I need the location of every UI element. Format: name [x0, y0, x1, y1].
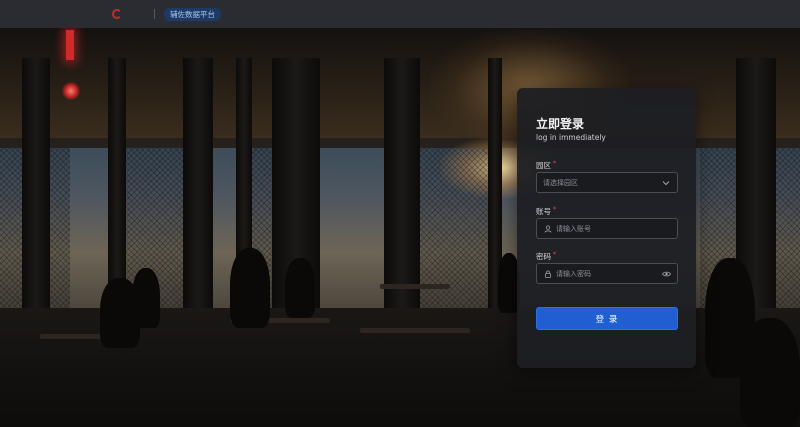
logo-mark-icon — [112, 9, 122, 19]
required-mark: * — [553, 160, 556, 167]
password-input[interactable]: 请输入密码 — [536, 263, 678, 284]
park-select[interactable]: 请选择园区 — [536, 172, 678, 193]
top-bar: 辅佐数据平台 — [0, 0, 800, 28]
park-label-text: 园区 — [536, 161, 551, 170]
user-icon — [543, 224, 553, 234]
table — [380, 284, 450, 289]
eye-icon[interactable] — [661, 269, 671, 279]
lock-icon — [543, 269, 553, 279]
required-mark: * — [553, 251, 556, 258]
diner-silhouette — [285, 258, 315, 318]
park-select-placeholder: 请选择园区 — [543, 178, 578, 187]
platform-name-badge: 辅佐数据平台 — [164, 8, 221, 21]
login-title: 立即登录 — [536, 117, 585, 131]
chevron-down-icon — [661, 178, 671, 188]
login-subtitle: log in immediately — [536, 133, 606, 142]
required-mark: * — [553, 206, 556, 213]
diner-silhouette — [740, 318, 800, 427]
diner-silhouette — [230, 248, 270, 328]
login-card: 立即登录 log in immediately 园区 * 请选择园区 账号 * 请输… — [517, 88, 696, 368]
table — [360, 328, 470, 333]
brand-logo — [112, 8, 152, 20]
red-light — [66, 30, 74, 60]
login-button[interactable]: 登 录 — [536, 307, 678, 330]
password-label: 密码 * — [536, 251, 556, 262]
account-label-text: 账号 — [536, 207, 551, 216]
account-input[interactable]: 请输入账号 — [536, 218, 678, 239]
park-label: 园区 * — [536, 160, 556, 171]
account-label: 账号 * — [536, 206, 556, 217]
password-label-text: 密码 — [536, 252, 551, 261]
header-divider — [154, 9, 155, 19]
red-lamp — [62, 82, 80, 100]
account-input-placeholder: 请输入账号 — [556, 224, 591, 233]
password-input-placeholder: 请输入密码 — [556, 269, 591, 278]
diner-silhouette — [132, 268, 160, 328]
